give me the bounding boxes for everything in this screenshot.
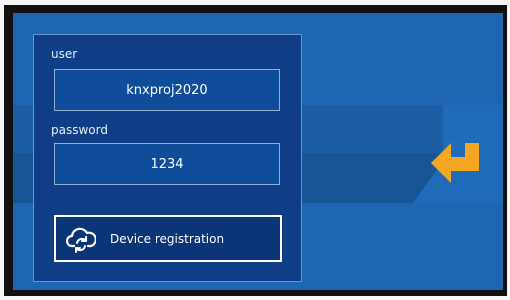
enter-arrow-icon[interactable] [429,141,487,185]
login-panel: user knxproj2020 password 1234 Device re… [33,34,302,282]
login-screen: user knxproj2020 password 1234 Device re… [13,13,503,290]
password-label: password [51,123,108,137]
device-screen: user knxproj2020 password 1234 Device re… [4,5,507,296]
user-input[interactable]: knxproj2020 [54,69,280,111]
password-input[interactable]: 1234 [54,143,280,185]
device-registration-button[interactable]: Device registration [54,215,282,262]
user-label: user [51,47,78,61]
cloud-sync-icon [66,227,96,253]
device-registration-label: Device registration [110,231,225,246]
